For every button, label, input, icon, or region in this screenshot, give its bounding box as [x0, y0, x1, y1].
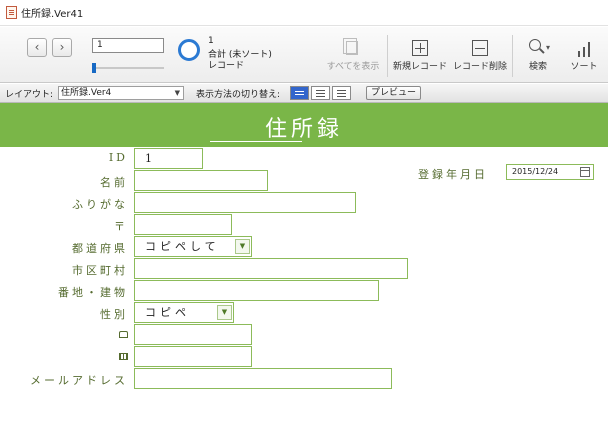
label-name: 名前 — [100, 176, 128, 189]
label-email: メールアドレス — [30, 374, 128, 387]
label-gender: 性別 — [100, 308, 128, 321]
preview-button[interactable]: プレビュー — [366, 86, 421, 100]
prefecture-field[interactable]: コピペして ▼ — [134, 236, 252, 257]
label-id: ID — [108, 151, 128, 164]
search-icon — [529, 39, 541, 51]
phone-field[interactable] — [134, 324, 252, 345]
title-bar: 住所録.Ver41 — [0, 0, 608, 26]
registered-date-value: 2015/12/24 — [512, 167, 559, 176]
chevron-down-icon[interactable]: ▼ — [217, 305, 232, 320]
record-form: ID 1 登録年月日 2015/12/24 名前 ふりがな 〒 都道府県 コピペ… — [0, 147, 608, 435]
delete-record-button[interactable]: レコード削除 — [451, 29, 509, 81]
fax-field[interactable] — [134, 346, 252, 367]
toolbar-divider — [387, 35, 388, 77]
label-prefecture: 都道府県 — [72, 242, 128, 255]
layout-label: レイアウト: — [5, 90, 54, 100]
sort-button[interactable]: ソート — [564, 29, 604, 81]
next-record-button[interactable]: › — [52, 38, 72, 57]
label-postal: 〒 — [114, 220, 128, 233]
gender-field[interactable]: コピペ ▼ — [134, 302, 234, 323]
label-city: 市区町村 — [72, 264, 128, 277]
layout-select[interactable]: 住所録.Ver4 ▼ — [58, 86, 184, 100]
record-number-input[interactable]: 1 — [92, 38, 164, 53]
toolbar-divider — [512, 35, 513, 77]
new-record-icon — [412, 40, 428, 56]
chevron-left-icon: ‹ — [34, 40, 40, 54]
layout-select-value: 住所録.Ver4 — [61, 88, 112, 98]
city-field[interactable] — [134, 258, 408, 279]
delete-record-icon — [472, 40, 488, 56]
phone-icon — [119, 331, 128, 338]
prev-record-button[interactable]: ‹ — [27, 38, 47, 57]
chevron-down-icon[interactable]: ▼ — [235, 239, 250, 254]
name-field[interactable] — [134, 170, 268, 191]
record-unit-label: レコード — [208, 61, 245, 71]
delete-record-label: レコード削除 — [452, 62, 507, 72]
record-slider[interactable] — [92, 67, 164, 69]
gender-value: コピペ — [145, 306, 190, 319]
window-title: 住所録.Ver41 — [21, 9, 84, 20]
label-furigana: ふりがな — [72, 198, 128, 211]
status-toolbar: ‹ › 1 1 合計 (未ソート) レコード すべてを表示 新規レコード レコー… — [0, 27, 608, 83]
furigana-field[interactable] — [134, 192, 356, 213]
record-count: 1 — [208, 36, 214, 46]
page-title: 住所録 — [264, 117, 343, 142]
list-view-button[interactable] — [311, 86, 330, 100]
new-record-label: 新規レコード — [392, 62, 447, 72]
fax-icon — [119, 353, 128, 360]
app-document-icon — [6, 6, 17, 19]
address-field[interactable] — [134, 280, 379, 301]
calendar-icon[interactable] — [580, 167, 590, 177]
form-view-button[interactable] — [290, 86, 309, 100]
layout-bar: レイアウト: 住所録.Ver4 ▼ 表示方法の切り替え: プレビュー — [0, 84, 608, 103]
chevron-down-icon[interactable]: ▾ — [546, 43, 550, 52]
title-underline — [210, 141, 302, 142]
id-field[interactable]: 1 — [134, 148, 203, 169]
new-record-button[interactable]: 新規レコード — [390, 29, 450, 81]
label-address: 番地・建物 — [58, 286, 128, 299]
record-pie-icon — [178, 39, 200, 61]
label-registered-date: 登録年月日 — [418, 168, 488, 181]
prefecture-value: コピペして — [145, 240, 220, 253]
postal-code-field[interactable] — [134, 214, 232, 235]
show-all-button[interactable]: すべてを表示 — [322, 29, 384, 81]
email-field[interactable] — [134, 368, 392, 389]
sort-icon — [576, 41, 592, 57]
table-view-button[interactable] — [332, 86, 351, 100]
view-switch-label: 表示方法の切り替え: — [196, 90, 281, 100]
label-phone — [119, 328, 128, 341]
search-label: 検索 — [528, 62, 547, 72]
show-all-label: すべてを表示 — [326, 62, 380, 72]
show-all-icon — [343, 38, 358, 55]
record-slider-thumb[interactable] — [92, 63, 96, 73]
label-fax — [119, 350, 128, 363]
form-header: 住所録 — [0, 103, 608, 147]
chevron-down-icon: ▼ — [174, 89, 180, 97]
registered-date-field[interactable]: 2015/12/24 — [506, 164, 594, 180]
search-button[interactable]: ▾ 検索 — [515, 29, 561, 81]
chevron-right-icon: › — [59, 40, 65, 54]
sort-label: ソート — [570, 62, 598, 72]
